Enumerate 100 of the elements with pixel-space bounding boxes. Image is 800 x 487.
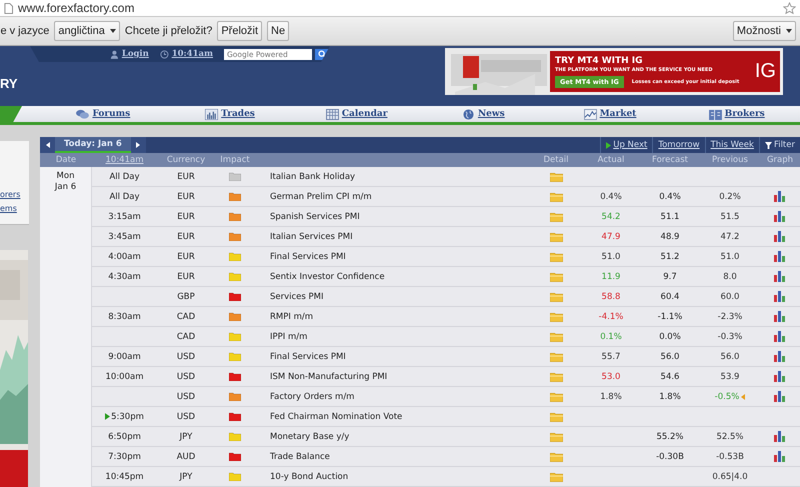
date-cell: Mon Jan 6 xyxy=(54,171,76,193)
nav-link[interactable]: Market xyxy=(546,106,674,122)
time-cell: 3:15am xyxy=(108,212,141,222)
previous-day-button[interactable] xyxy=(40,137,55,153)
bar-chart-icon[interactable] xyxy=(774,271,786,282)
actual-value: 51.0 xyxy=(602,252,620,262)
time-cell: 5:30pm xyxy=(111,412,144,422)
folder-icon[interactable] xyxy=(550,212,562,222)
folder-icon[interactable] xyxy=(550,392,562,402)
search-button[interactable] xyxy=(314,48,330,60)
folder-icon[interactable] xyxy=(550,172,562,182)
bar-chart-icon[interactable] xyxy=(774,211,786,222)
bar-chart-icon[interactable] xyxy=(774,451,786,462)
options-button[interactable]: Možnosti xyxy=(732,21,796,41)
bar-chart-icon[interactable] xyxy=(774,291,786,302)
time-cell: 9:00am xyxy=(108,352,141,362)
currency-cell: EUR xyxy=(177,272,195,282)
currency-cell: AUD xyxy=(176,452,196,462)
bar-chart-icon[interactable] xyxy=(774,331,786,342)
caret-icon xyxy=(786,29,792,34)
folder-icon[interactable] xyxy=(550,252,562,262)
event-title[interactable]: ISM Non-Manufacturing PMI xyxy=(270,372,388,382)
up-next-link[interactable]: Up Next xyxy=(600,137,652,153)
forecast-value: 1.8% xyxy=(659,392,681,402)
nav-link[interactable]: Trades xyxy=(166,106,294,122)
event-title[interactable]: German Prelim CPI m/m xyxy=(270,192,372,202)
nav-link[interactable]: Calendar xyxy=(293,106,420,122)
currency-cell: CAD xyxy=(176,332,196,342)
folder-icon[interactable] xyxy=(550,472,562,482)
sidebar-link[interactable]: ems xyxy=(0,202,29,216)
translate-question: Chcete ji přeložit? xyxy=(124,25,212,37)
folder-icon[interactable] xyxy=(550,292,562,302)
calendar-icon xyxy=(326,108,339,120)
right-arrow-icon xyxy=(136,142,140,148)
event-title[interactable]: Services PMI xyxy=(270,292,324,302)
bar-chart-icon[interactable] xyxy=(774,351,786,362)
event-title[interactable]: 10-y Bond Auction xyxy=(270,472,348,482)
bar-chart-icon[interactable] xyxy=(774,391,786,402)
folder-icon[interactable] xyxy=(550,332,562,342)
nav-link[interactable]: Brokers xyxy=(673,106,800,122)
previous-value: 8.0 xyxy=(723,272,737,282)
previous-value: 53.9 xyxy=(720,372,740,382)
bar-chart-icon[interactable] xyxy=(774,371,786,382)
time-link[interactable]: 10:41am xyxy=(172,49,213,59)
sidebar-link[interactable]: orers xyxy=(0,188,29,202)
currency-cell: JPY xyxy=(180,432,192,442)
currency-cell: USD xyxy=(176,372,196,382)
event-title[interactable]: Final Services PMI xyxy=(270,352,346,362)
bar-chart-icon[interactable] xyxy=(774,251,786,262)
forecast-value: 54.6 xyxy=(660,372,680,382)
previous-value: 56.0 xyxy=(720,352,740,362)
folder-icon[interactable] xyxy=(550,372,562,382)
event-title[interactable]: IPPI m/m xyxy=(270,332,308,342)
ad-brand-logo: IG xyxy=(754,60,776,83)
currency-cell: EUR xyxy=(177,192,195,202)
currency-cell: EUR xyxy=(177,252,195,262)
translate-option-button[interactable]: Ne xyxy=(267,21,290,41)
event-title[interactable]: Trade Balance xyxy=(270,452,330,462)
forecast-value: 51.1 xyxy=(660,212,680,222)
forecast-value: 0.4% xyxy=(659,192,681,202)
column-header: Previous xyxy=(711,155,749,165)
event-title[interactable]: Italian Bank Holiday xyxy=(270,172,356,182)
event-title[interactable]: Spanish Services PMI xyxy=(270,212,360,222)
bar-chart-icon[interactable] xyxy=(774,231,786,242)
event-title[interactable]: Sentix Investor Confidence xyxy=(270,272,385,282)
nav-link[interactable]: Forums xyxy=(40,106,167,122)
folder-icon[interactable] xyxy=(550,192,562,202)
folder-icon[interactable] xyxy=(550,272,562,282)
nav-link[interactable]: News xyxy=(420,106,547,122)
bar-chart-icon[interactable] xyxy=(774,191,786,202)
translate-prompt: je v jazyce xyxy=(0,25,50,37)
time-cell: 10:45pm xyxy=(105,472,144,482)
language-select[interactable]: angličtina xyxy=(54,21,120,41)
login-link[interactable]: Login xyxy=(122,49,149,59)
folder-icon[interactable] xyxy=(550,232,562,242)
folder-icon[interactable] xyxy=(550,352,562,362)
translate-option-button[interactable]: Přeložit xyxy=(217,21,262,41)
bar-chart-icon[interactable] xyxy=(774,311,786,322)
search-icon xyxy=(318,50,327,58)
bar-chart-icon[interactable] xyxy=(774,431,786,442)
folder-icon[interactable] xyxy=(550,432,562,442)
folder-icon[interactable] xyxy=(550,412,562,422)
today-tab[interactable]: Today: Jan 6 xyxy=(55,137,131,153)
forecast-value: 48.9 xyxy=(660,232,680,242)
star-icon[interactable] xyxy=(783,2,796,14)
column-header: Detail xyxy=(542,155,570,165)
folder-icon[interactable] xyxy=(550,452,562,462)
folder-icon[interactable] xyxy=(550,312,562,322)
next-day-button[interactable] xyxy=(130,137,146,153)
event-title[interactable]: Monetary Base y/y xyxy=(270,432,350,442)
event-title[interactable]: Final Services PMI xyxy=(270,252,346,262)
currency-cell: USD xyxy=(176,412,196,422)
event-title[interactable]: Italian Services PMI xyxy=(270,232,353,242)
currency-cell: JPY xyxy=(180,472,192,482)
previous-value: 0.65|4.0 xyxy=(712,472,748,482)
event-title[interactable]: Fed Chairman Nomination Vote xyxy=(270,412,402,422)
event-title[interactable]: Factory Orders m/m xyxy=(270,392,354,402)
forecast-value: 51.2 xyxy=(660,252,680,262)
event-title[interactable]: RMPI m/m xyxy=(270,312,313,322)
page-icon xyxy=(4,2,13,14)
